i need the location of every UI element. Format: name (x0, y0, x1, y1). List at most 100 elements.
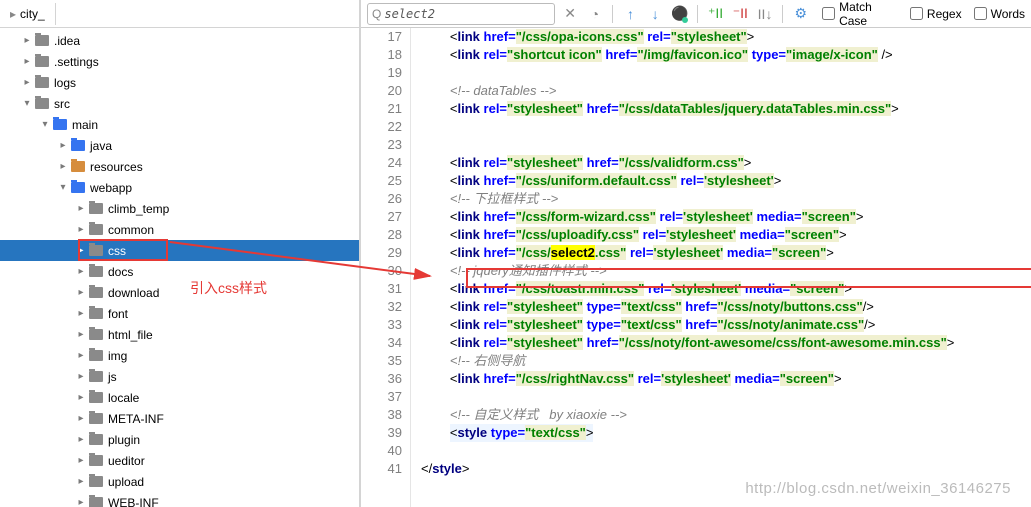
code-line[interactable]: <link href="/css/form-wizard.css" rel='s… (421, 208, 1031, 226)
expand-arrow-icon[interactable]: ▸ (74, 371, 88, 382)
expand-arrow-icon[interactable]: ▸ (74, 245, 88, 256)
expand-arrow-icon[interactable]: ▸ (74, 497, 88, 507)
tree-item-plugin[interactable]: ▸plugin (0, 429, 359, 450)
tree-item-web-inf[interactable]: ▸ WEB-INF (0, 492, 359, 507)
tree-item-docs[interactable]: ▸docs (0, 261, 359, 282)
tree-item-.settings[interactable]: ▸.settings (0, 51, 359, 72)
tree-label: climb_temp (108, 202, 169, 216)
words-checkbox[interactable]: Words (974, 7, 1025, 21)
expand-arrow-icon[interactable]: ▸ (74, 308, 88, 319)
add-selection-icon[interactable]: ⁺II (706, 4, 725, 24)
expand-arrow-icon[interactable]: ▸ (74, 476, 88, 487)
code-line[interactable]: <link href="/css/uniform.default.css" re… (421, 172, 1031, 190)
tree-item-.idea[interactable]: ▸.idea (0, 30, 359, 51)
tree-item-js[interactable]: ▸ js (0, 366, 359, 387)
tree-item-meta-inf[interactable]: ▸META-INF (0, 408, 359, 429)
code-line[interactable]: <link href="/css/toastr.min.css" rel='st… (421, 280, 1031, 298)
code-line[interactable]: <!-- jquery通知插件样式 --> (421, 262, 1031, 280)
tree-item-font[interactable]: ▸font (0, 303, 359, 324)
match-case-checkbox[interactable]: Match Case (822, 0, 898, 28)
code-line[interactable]: <link rel="stylesheet" type="text/css" h… (421, 316, 1031, 334)
tree-item-resources[interactable]: ▸resources (0, 156, 359, 177)
tree-item-main[interactable]: ▾main (0, 114, 359, 135)
code-line[interactable] (421, 388, 1031, 406)
prev-match-icon[interactable]: ↑ (621, 4, 640, 24)
tree-item-locale[interactable]: ▸locale (0, 387, 359, 408)
code-line[interactable]: <link href="/css/rightNav.css" rel='styl… (421, 370, 1031, 388)
code-line[interactable]: <link rel="shortcut icon" href="/img/fav… (421, 46, 1031, 64)
code-line[interactable]: <link rel="stylesheet" href="/css/validf… (421, 154, 1031, 172)
code-line[interactable] (421, 442, 1031, 460)
expand-arrow-icon[interactable]: ▸ (20, 77, 34, 88)
project-tree[interactable]: ▸.idea▸.settings▸logs▾src▾main▸java▸reso… (0, 28, 359, 507)
next-match-icon[interactable]: ↓ (646, 4, 665, 24)
search-box[interactable]: Q (367, 3, 555, 25)
expand-arrow-icon[interactable]: ▸ (74, 413, 88, 424)
expand-arrow-icon[interactable]: ▸ (74, 266, 88, 277)
code-line[interactable]: <link href="/css/uploadify.css" rel='sty… (421, 226, 1031, 244)
code-line[interactable]: <link href="/css/opa-icons.css" rel="sty… (421, 28, 1031, 46)
tree-item-ueditor[interactable]: ▸ueditor (0, 450, 359, 471)
expand-arrow-icon[interactable]: ▸ (56, 140, 70, 151)
sidebar-tabs: ▸ city_ (0, 0, 359, 28)
tree-label: WEB-INF (108, 496, 159, 507)
filter-icon[interactable]: ⚫ (671, 4, 690, 24)
code-line[interactable]: <link rel="stylesheet" type="text/css" h… (421, 298, 1031, 316)
search-input[interactable] (384, 7, 549, 21)
settings-icon[interactable]: ⚙ (791, 4, 810, 24)
code-line[interactable]: <link href="/css/select2.css" rel='style… (421, 244, 1031, 262)
code-line[interactable]: </style> (421, 460, 1031, 478)
tree-item-java[interactable]: ▸java (0, 135, 359, 156)
remove-selection-icon[interactable]: ⁻II (731, 4, 750, 24)
expand-arrow-icon[interactable]: ▸ (74, 350, 88, 361)
code-area[interactable]: 1718192021222324252627282930313233343536… (361, 28, 1031, 507)
code-line[interactable] (421, 118, 1031, 136)
expand-arrow-icon[interactable]: ▾ (38, 119, 52, 130)
history-icon[interactable]: ◔ (586, 4, 605, 24)
tree-item-webapp[interactable]: ▾webapp (0, 177, 359, 198)
tree-item-upload[interactable]: ▸upload (0, 471, 359, 492)
tree-item-climb_temp[interactable]: ▸ climb_temp (0, 198, 359, 219)
expand-arrow-icon[interactable]: ▸ (56, 161, 70, 172)
tree-item-logs[interactable]: ▸logs (0, 72, 359, 93)
expand-arrow-icon[interactable]: ▸ (74, 224, 88, 235)
code-line[interactable] (421, 136, 1031, 154)
tree-label: js (108, 370, 117, 384)
expand-arrow-icon[interactable]: ▸ (74, 434, 88, 445)
expand-arrow-icon[interactable]: ▾ (56, 182, 70, 193)
tree-item-download[interactable]: ▸download (0, 282, 359, 303)
tree-label: html_file (108, 328, 153, 342)
expand-arrow-icon[interactable]: ▸ (20, 56, 34, 67)
tree-item-src[interactable]: ▾src (0, 93, 359, 114)
expand-arrow-icon[interactable]: ▸ (74, 329, 88, 340)
tree-item-html_file[interactable]: ▸ html_file (0, 324, 359, 345)
code-line[interactable]: <!-- 自定义样式 by xiaoxie --> (421, 406, 1031, 424)
code-line[interactable]: <!-- 下拉框样式 --> (421, 190, 1031, 208)
line-number: 34 (361, 334, 402, 352)
code-line[interactable]: <link rel="stylesheet" href="/css/noty/f… (421, 334, 1031, 352)
regex-checkbox[interactable]: Regex (910, 7, 962, 21)
expand-arrow-icon[interactable]: ▸ (74, 287, 88, 298)
folder-icon (89, 476, 103, 487)
folder-icon (71, 161, 85, 172)
code-line[interactable] (421, 64, 1031, 82)
tree-item-css[interactable]: ▸css (0, 240, 359, 261)
expand-arrow-icon[interactable]: ▸ (20, 35, 34, 46)
code-line[interactable]: <!-- dataTables --> (421, 82, 1031, 100)
select-all-icon[interactable]: II↓ (756, 4, 775, 24)
expand-arrow-icon[interactable]: ▸ (74, 203, 88, 214)
code-line[interactable]: <!-- 右侧导航 (421, 352, 1031, 370)
folder-icon: ▸ (10, 7, 16, 21)
code-line[interactable]: <link rel="stylesheet" href="/css/dataTa… (421, 100, 1031, 118)
project-tab[interactable]: ▸ city_ (0, 3, 56, 25)
expand-arrow-icon[interactable]: ▾ (20, 98, 34, 109)
code-content[interactable]: <link href="/css/opa-icons.css" rel="sty… (411, 28, 1031, 507)
clear-search-icon[interactable]: ✕ (561, 4, 580, 24)
tree-item-common[interactable]: ▸common (0, 219, 359, 240)
tree-item-img[interactable]: ▸img (0, 345, 359, 366)
code-line[interactable]: <style type="text/css"> (421, 424, 1031, 442)
expand-arrow-icon[interactable]: ▸ (74, 455, 88, 466)
line-number: 30 (361, 262, 402, 280)
expand-arrow-icon[interactable]: ▸ (74, 392, 88, 403)
folder-icon (89, 245, 103, 256)
